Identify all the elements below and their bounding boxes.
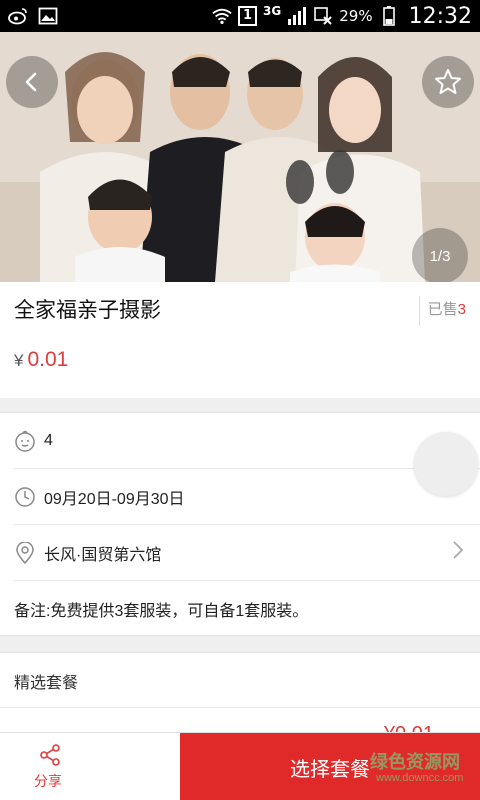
- watermark-text: 绿色资源网: [370, 752, 460, 772]
- share-icon: [40, 744, 60, 766]
- image-pager-indicator: 1/3: [412, 228, 468, 282]
- divider: [0, 707, 480, 708]
- chevron-left-icon: [25, 72, 37, 92]
- floating-assistive-button[interactable]: [414, 432, 478, 496]
- back-button[interactable]: [6, 56, 58, 108]
- date-range: 09月20日-09月30日: [44, 490, 185, 508]
- location-row[interactable]: 长风·国贸第六馆: [14, 525, 480, 581]
- note-row: 备注:免费提供3套服装，可自备1套服装。: [14, 581, 480, 637]
- family-photo: [0, 32, 480, 282]
- note-text: 备注:免费提供3套服装，可自备1套服装。: [14, 603, 309, 620]
- baby-face-icon: [14, 430, 36, 452]
- chevron-right-icon: [452, 540, 464, 565]
- people-count: 4: [44, 431, 53, 449]
- battery-icon: [379, 6, 399, 26]
- sold-label: 已售: [427, 301, 458, 318]
- share-button[interactable]: 分享: [0, 733, 180, 800]
- clock-icon: [14, 486, 36, 508]
- favorite-button[interactable]: [422, 56, 474, 108]
- date-row: 09月20日-09月30日: [14, 469, 480, 525]
- signal-icon: [287, 7, 307, 25]
- sold-count: 已售3: [418, 296, 480, 326]
- image-icon: [38, 7, 58, 25]
- product-price: ¥0.01: [14, 348, 68, 372]
- product-image-carousel[interactable]: 1/3: [0, 32, 480, 282]
- location-name: 长风·国贸第六馆: [44, 546, 162, 564]
- watermark-url: www.downcc.com: [376, 772, 464, 784]
- product-summary: 全家福亲子摄影 已售3 ¥0.01: [0, 282, 480, 398]
- data-blocked-icon: [313, 7, 333, 25]
- clock: 12:32: [408, 3, 472, 29]
- currency-symbol: ¥: [14, 351, 24, 370]
- wifi-icon: [212, 7, 232, 25]
- people-count-row: 4: [14, 413, 480, 469]
- share-label: 分享: [34, 773, 62, 789]
- status-bar: 1 3G 29% 12:32: [0, 0, 480, 32]
- battery-percent: 29%: [339, 7, 373, 25]
- product-info-list: 4 09月20日-09月30日 长风·国贸第六馆 备注:免费提供3套服装，可自备…: [0, 412, 480, 636]
- price-value: 0.01: [27, 348, 69, 371]
- product-title: 全家福亲子摄影: [14, 299, 161, 322]
- packages-title: 精选套餐: [14, 675, 79, 692]
- sold-number: 3: [457, 301, 466, 318]
- weibo-icon: [8, 7, 28, 25]
- sim-icon: 1: [238, 6, 258, 26]
- star-icon: [435, 69, 461, 94]
- network-type: 3G: [263, 4, 282, 18]
- location-pin-icon: [14, 541, 36, 564]
